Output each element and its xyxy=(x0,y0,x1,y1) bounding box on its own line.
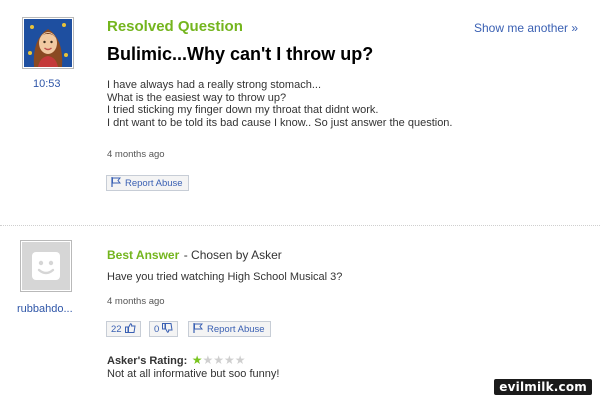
question-body-line: I dnt want to be told its bad cause I kn… xyxy=(107,116,453,129)
star-empty-icon: ★ xyxy=(213,353,224,367)
rating-comment: Not at all informative but soo funny! xyxy=(107,368,280,380)
rating-stars: ★★★★★ xyxy=(192,351,246,368)
resolved-question-heading: Resolved Question xyxy=(107,18,243,35)
chosen-by-text: - Chosen by Asker xyxy=(183,248,282,262)
star-empty-icon: ★ xyxy=(224,353,235,367)
flag-icon xyxy=(193,322,204,336)
show-another-link[interactable]: Show me another » xyxy=(474,21,578,35)
answer-report-abuse-button[interactable]: Report Abuse xyxy=(188,321,271,337)
thumbs-up-count: 22 xyxy=(111,323,122,335)
question-timestamp: 4 months ago xyxy=(107,149,165,160)
report-abuse-label: Report Abuse xyxy=(125,177,183,189)
question-report-abuse-button[interactable]: Report Abuse xyxy=(106,175,189,191)
star-empty-icon: ★ xyxy=(234,353,246,367)
flag-icon xyxy=(111,176,122,190)
asker-avatar[interactable] xyxy=(22,17,74,69)
asker-rating: Asker's Rating: ★★★★★ xyxy=(107,351,246,369)
section-divider xyxy=(0,225,600,226)
star-filled-icon: ★ xyxy=(191,353,203,367)
asker-name-link[interactable]: 10:53 xyxy=(33,78,61,90)
thumbs-up-button[interactable]: 22 xyxy=(106,321,141,337)
question-title: Bulimic...Why can't I throw up? xyxy=(107,44,374,64)
answerer-avatar[interactable] xyxy=(20,240,72,292)
question-body-line: What is the easiest way to throw up? xyxy=(107,91,287,104)
star-empty-icon: ★ xyxy=(202,353,214,367)
question-body-line: I have always had a really strong stomac… xyxy=(107,79,321,91)
report-abuse-label: Report Abuse xyxy=(207,323,265,335)
question-body-line: I tried sticking my finger down my throa… xyxy=(107,104,379,116)
best-answer-header: Best Answer - Chosen by Asker xyxy=(107,246,282,264)
answer-text: Have you tried watching High School Musi… xyxy=(107,271,343,283)
thumbs-down-count: 0 xyxy=(154,323,160,335)
thumbs-down-button[interactable]: 0 xyxy=(149,321,179,337)
thumbs-up-icon xyxy=(124,322,136,336)
asker-rating-label: Asker's Rating: xyxy=(107,355,188,367)
thumbs-down-icon xyxy=(162,322,173,336)
question-body: I have always had a really strong stomac… xyxy=(107,79,567,129)
answerer-name-link[interactable]: rubbahdo... xyxy=(17,303,73,315)
answer-timestamp: 4 months ago xyxy=(107,296,165,307)
best-answer-heading: Best Answer xyxy=(107,248,180,262)
site-watermark: evilmilk.com xyxy=(494,379,592,395)
